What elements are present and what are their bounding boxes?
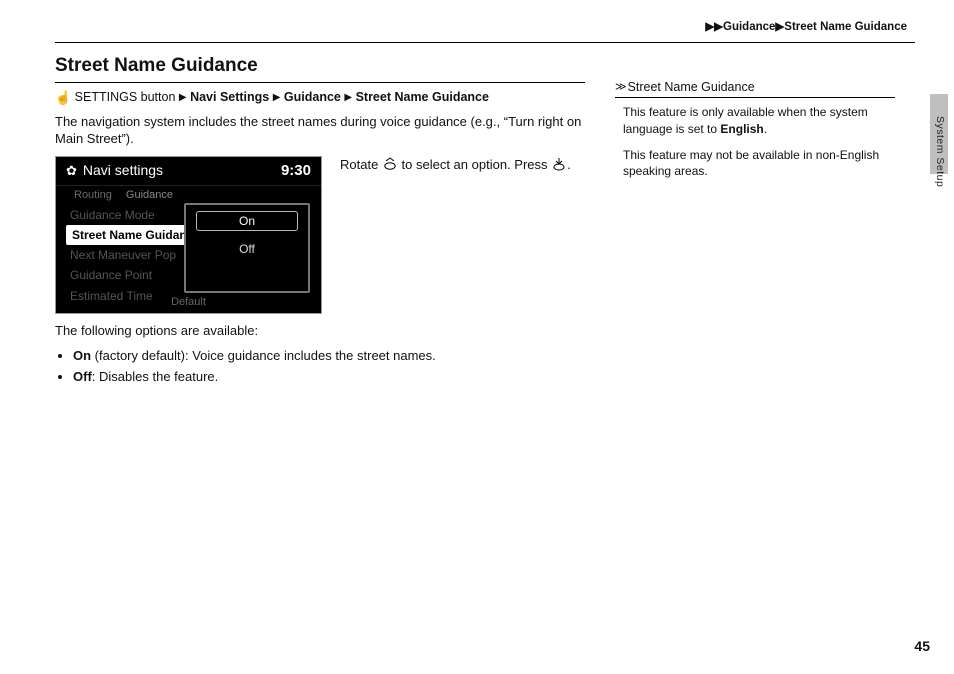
screenshot-menu-item: Guidance Mode: [66, 205, 201, 225]
screenshot-menu-item: Next Maneuver Pop: [66, 245, 201, 265]
section-label: System Setup: [933, 116, 947, 187]
side-note-1b: English: [720, 122, 763, 136]
main-column: Street Name Guidance ☝ SETTINGS button ▶…: [55, 53, 585, 389]
side-note-1c: .: [764, 122, 767, 136]
navi-screenshot: ✿ Navi settings 9:30 Routing Guidance Gu…: [55, 156, 322, 314]
options-intro: The following options are available:: [55, 322, 585, 340]
screenshot-title: Navi settings: [83, 161, 163, 180]
screenshot-tab-guidance: Guidance: [126, 188, 173, 203]
option-on-label: On: [73, 348, 91, 363]
screenshot-popup: On Off: [184, 203, 310, 293]
instr-part3: .: [567, 157, 571, 172]
screenshot-tab-routing: Routing: [74, 188, 112, 203]
instr-part1: Rotate: [340, 157, 382, 172]
screenshot-option-off: Off: [186, 235, 308, 263]
breadcrumb-sep-icon: ▶: [775, 21, 784, 33]
screenshot-option-on: On: [196, 211, 298, 231]
breadcrumb-seg2: Street Name Guidance: [784, 21, 907, 33]
path-arrow-icon: ▶: [273, 92, 281, 103]
screenshot-footer: Default: [56, 295, 321, 310]
screenshot-menu-item: Guidance Point: [66, 265, 201, 285]
path-arrow-icon: ▶: [179, 92, 187, 103]
path-prefix: SETTINGS button: [71, 90, 179, 104]
instr-part2: to select an option. Press: [398, 157, 551, 172]
press-dial-icon: [551, 157, 567, 171]
breadcrumb-seg1: Guidance: [723, 21, 775, 33]
settings-path: ☝ SETTINGS button ▶ Navi Settings ▶ Guid…: [55, 89, 585, 107]
side-heading-icon: ≫: [615, 80, 624, 95]
title-rule: [55, 82, 585, 83]
side-note-1: This feature is only available when the …: [615, 104, 895, 136]
page-title: Street Name Guidance: [55, 53, 585, 79]
option-on: On (factory default): Voice guidance inc…: [73, 347, 585, 365]
options-list: On (factory default): Voice guidance inc…: [55, 347, 585, 385]
side-note-2: This feature may not be available in non…: [615, 147, 895, 179]
instruction-text: Rotate to select an option. Press .: [340, 156, 571, 314]
option-off-desc: : Disables the feature.: [92, 369, 218, 384]
rotate-dial-icon: [382, 157, 398, 171]
path-seg1: Navi Settings: [190, 90, 269, 104]
option-off: Off: Disables the feature.: [73, 368, 585, 386]
option-on-desc: (factory default): Voice guidance includ…: [91, 348, 436, 363]
hand-icon: ☝: [55, 90, 71, 105]
side-column: ≫ Street Name Guidance This feature is o…: [615, 53, 895, 389]
screenshot-menu-item-selected: Street Name Guidan: [66, 225, 201, 245]
screenshot-clock: 9:30: [281, 161, 311, 181]
gear-icon: ✿: [66, 162, 77, 180]
top-rule: [55, 42, 915, 43]
side-heading: ≫ Street Name Guidance: [615, 79, 895, 99]
page-content: ▶▶Guidance▶Street Name Guidance Street N…: [55, 20, 915, 388]
path-seg3: Street Name Guidance: [356, 90, 489, 104]
breadcrumb: ▶▶Guidance▶Street Name Guidance: [55, 20, 915, 36]
option-off-label: Off: [73, 369, 92, 384]
path-arrow-icon: ▶: [344, 92, 352, 103]
page-number: 45: [914, 637, 930, 656]
path-seg2: Guidance: [284, 90, 341, 104]
breadcrumb-arrows-icon: ▶▶: [705, 21, 723, 33]
intro-text: The navigation system includes the stree…: [55, 113, 585, 148]
side-heading-text: Street Name Guidance: [628, 79, 755, 96]
